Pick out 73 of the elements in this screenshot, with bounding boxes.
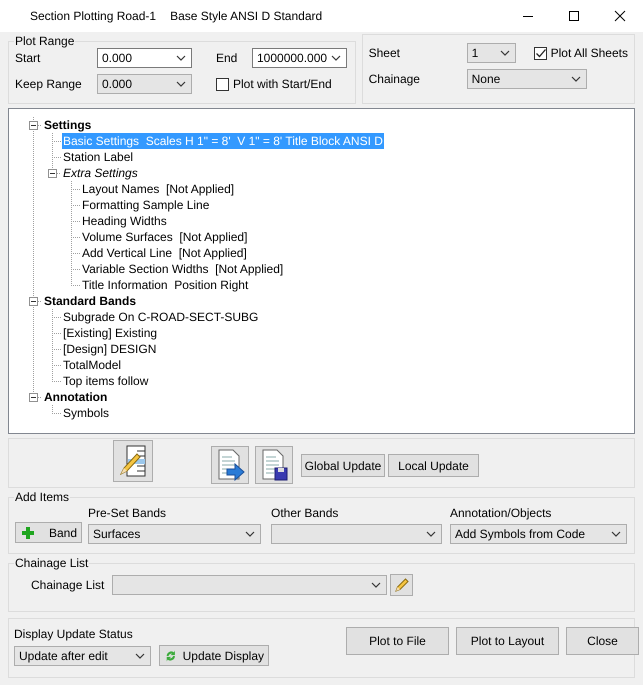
tree-item[interactable]: [Design] DESIGN [62, 341, 158, 357]
global-update-button[interactable]: Global Update [301, 454, 385, 477]
collapse-icon[interactable] [29, 120, 38, 130]
group-title: Add Items [14, 490, 70, 504]
group-title: Plot Range [14, 34, 76, 48]
tree-item[interactable]: [Existing] Existing [62, 325, 158, 341]
field-label: Annotation/Objects [450, 506, 552, 520]
dialog-button[interactable]: Plot to File [346, 627, 449, 655]
edit-layout-button[interactable] [113, 440, 153, 482]
band-dropdown[interactable]: Add Symbols from Code [450, 524, 627, 544]
tree-item[interactable]: Standard Bands [43, 293, 138, 309]
field-label: End [216, 51, 238, 65]
caret-icon [135, 652, 145, 658]
caret-icon [426, 531, 436, 537]
local-update-button[interactable]: Local Update [388, 454, 479, 477]
field-label: Other Bands [271, 506, 340, 520]
field-label: Display Update Status [14, 627, 134, 641]
caret-icon [371, 582, 381, 588]
chainage-dropdown[interactable]: None [466, 69, 587, 89]
start-dropdown[interactable]: 0.000 [97, 48, 192, 68]
caret-icon [331, 55, 341, 61]
dialog-button[interactable]: Plot to Layout [456, 627, 559, 655]
checkbox-icon[interactable] [216, 78, 229, 90]
field-label: Start [15, 51, 42, 65]
sheet-dropdown[interactable]: 1 [466, 43, 516, 63]
window-subtitle: Base Style ANSI D Standard [170, 9, 322, 23]
add-band-button[interactable]: Band [15, 522, 82, 543]
edit-button[interactable] [390, 574, 413, 596]
tree-item[interactable]: Settings [43, 117, 92, 133]
pencil-icon [394, 577, 410, 593]
tree-item[interactable]: Title Information Position Right [81, 277, 250, 293]
caret-icon [176, 55, 186, 61]
update-display-button[interactable]: Update Display [159, 645, 269, 666]
tree-item[interactable]: Heading Widths [81, 213, 168, 229]
group-title: Chainage List [14, 556, 90, 570]
field-label: Sheet [368, 46, 401, 60]
plot-all-sheets-checkbox[interactable]: Plot All Sheets [534, 46, 628, 60]
plot-with-start-end-checkbox[interactable]: Plot with Start/End [216, 77, 347, 91]
caret-icon [176, 81, 186, 87]
checkbox-icon[interactable] [534, 46, 547, 60]
field-label: Chainage [368, 72, 421, 86]
field-label: Keep Range [15, 77, 83, 91]
refresh-icon [164, 648, 178, 662]
band-dropdown[interactable]: Surfaces [88, 524, 261, 544]
tree-item[interactable]: Volume Surfaces [Not Applied] [81, 229, 248, 245]
collapse-icon[interactable] [29, 296, 38, 306]
caret-icon [611, 531, 621, 537]
tree-item[interactable]: Station Label [62, 149, 134, 165]
tree-item[interactable]: Formatting Sample Line [81, 197, 210, 213]
tree-item[interactable]: Top items follow [62, 373, 150, 389]
tree-item[interactable]: Subgrade On C-ROAD-SECT-SUBG [62, 309, 260, 325]
caret-icon [245, 531, 255, 537]
export-button[interactable] [211, 446, 249, 484]
plus-icon [22, 526, 34, 538]
update-status-dropdown[interactable]: Update after edit [14, 646, 151, 666]
field-label: Pre-Set Bands [88, 506, 168, 520]
keep-range-dropdown[interactable]: 0.000 [97, 74, 192, 94]
tree-item[interactable]: Layout Names [Not Applied] [81, 181, 236, 197]
collapse-icon[interactable] [48, 168, 57, 178]
field-label: Chainage List [31, 578, 106, 592]
tree-item[interactable]: Annotation [43, 389, 108, 405]
collapse-icon[interactable] [29, 392, 38, 402]
tree-item[interactable]: Symbols [62, 405, 110, 421]
save-button[interactable] [255, 446, 293, 484]
tree-item[interactable]: Variable Section Widths [Not Applied] [81, 261, 284, 277]
dialog-button[interactable]: Close [566, 627, 639, 655]
end-dropdown[interactable]: 1000000.000 [252, 48, 347, 68]
tree-item[interactable]: Extra Settings [62, 165, 139, 181]
tree-item[interactable]: Add Vertical Line [Not Applied] [81, 245, 248, 261]
window-title: Section Plotting Road-1 [30, 9, 156, 23]
tree-item[interactable]: TotalModel [62, 357, 122, 373]
caret-icon [500, 50, 510, 56]
caret-icon [570, 76, 581, 82]
